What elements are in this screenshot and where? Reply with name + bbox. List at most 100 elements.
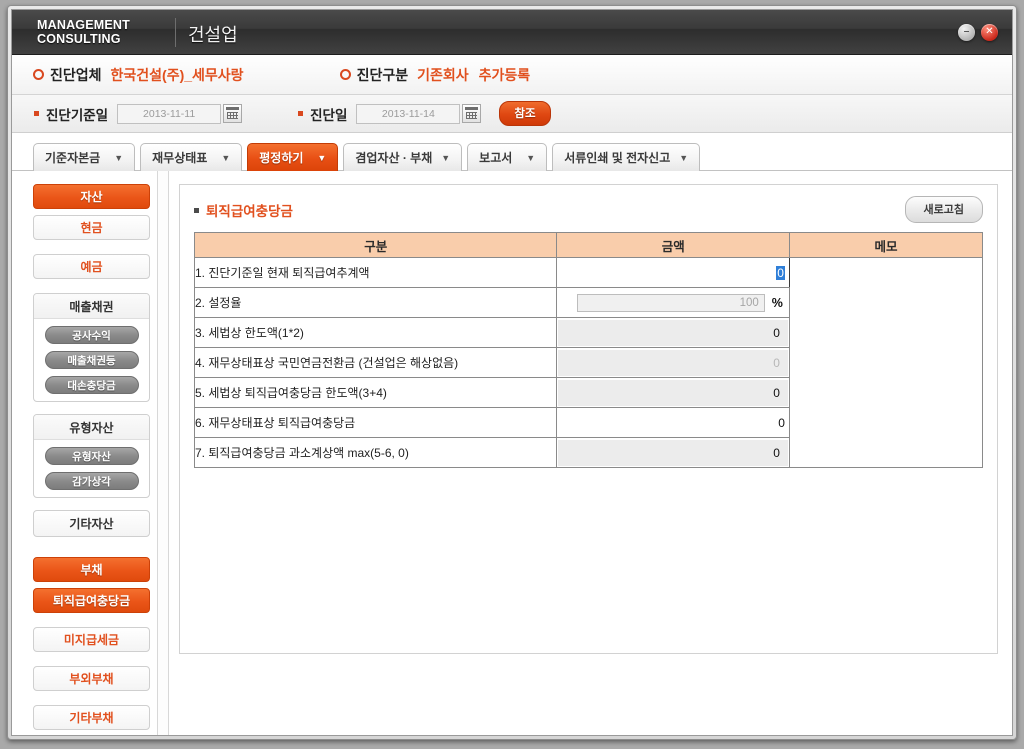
body-area: 자산 현금 예금 매출채권 공사수익 매출채권등 대손충당금 유형자산 유형자산… — [12, 171, 1012, 735]
sidebar-item-construction-revenue[interactable]: 공사수익 — [44, 326, 139, 344]
rate-input[interactable]: 100 — [576, 293, 765, 312]
amount-readonly: 0 — [558, 439, 788, 466]
chevron-down-icon: ▼ — [679, 152, 689, 163]
sidebar-main-divider — [157, 171, 169, 735]
severance-allowance-table: 구분 금액 메모 1. 진단기준일 현재 퇴직급여추계액 0 2. 설정율 10… — [193, 232, 984, 468]
chevron-down-icon: ▼ — [526, 152, 536, 163]
row-value-cell[interactable]: 0 — [556, 257, 790, 288]
chevron-down-icon: ▼ — [317, 152, 327, 163]
row-value-cell: 0 — [556, 347, 790, 378]
tab-label: 평정하기 — [259, 151, 304, 165]
row-label: 4. 재무상태표상 국민연금전환금 (건설업은 해상없음) — [193, 347, 558, 378]
tab-label: 겸업자산 · 부채 — [355, 151, 433, 165]
row-value-cell[interactable]: 0 — [556, 407, 790, 438]
company-info-group: 진단업체 한국건설(주)_세무사랑 — [33, 65, 244, 85]
sidebar-item-deposit[interactable]: 예금 — [33, 254, 150, 279]
base-date-group: 진단기준일 2013-11-11 — [34, 103, 243, 124]
row-label: 2. 설정율 — [193, 287, 558, 318]
sidebar-item-allowance-baddebt[interactable]: 대손충당금 — [44, 376, 139, 394]
row-value-cell: 0 — [556, 437, 790, 468]
close-icon: ✕ — [985, 26, 994, 37]
ring-bullet-icon — [33, 69, 44, 80]
sidebar-item-receivables[interactable]: 매출채권등 — [44, 351, 139, 369]
panel-box: 퇴직급여충당금 새로고침 구분 금액 메모 1. 진단기준일 현재 퇴직급여추계… — [179, 184, 998, 654]
sidebar-group-header: 유형자산 — [34, 415, 149, 440]
sidebar-group-header: 매출채권 — [34, 294, 149, 319]
close-button[interactable]: ✕ — [981, 24, 998, 41]
logo-line-2: CONSULTING — [37, 32, 121, 46]
application-window: MANAGEMENT CONSULTING 건설업 – ✕ 진단업체 한국건설(… — [7, 5, 1017, 740]
main-panel: 퇴직급여충당금 새로고침 구분 금액 메모 1. 진단기준일 현재 퇴직급여추계… — [169, 171, 1012, 735]
tab-base-capital[interactable]: 기준자본금 ▼ — [33, 143, 136, 171]
logo-line-1: MANAGEMENT — [37, 18, 130, 32]
diag-date-label: 진단일 — [310, 107, 348, 123]
info-bar: 진단업체 한국건설(주)_세무사랑 진단구분 기존회사 추가등록 — [12, 55, 1012, 95]
chevron-down-icon: ▼ — [114, 152, 124, 163]
reference-button[interactable]: 참조 — [499, 101, 551, 126]
sidebar-item-liabilities[interactable]: 부채 — [33, 557, 150, 582]
amount-input[interactable]: 0 — [557, 408, 789, 437]
sidebar-item-offbalance-liability[interactable]: 부외부채 — [33, 666, 150, 691]
percent-row: 100 % — [557, 288, 789, 317]
sidebar-item-other-assets[interactable]: 기타자산 — [33, 510, 150, 537]
amount-readonly: 0 — [558, 379, 788, 406]
amount-input[interactable]: 0 — [557, 258, 789, 287]
row-label: 7. 퇴직급여충당금 과소계상액 max(5-6, 0) — [193, 437, 558, 468]
app-logo: MANAGEMENT CONSULTING — [37, 18, 130, 46]
refresh-button[interactable]: 새로고침 — [904, 196, 983, 223]
sidebar: 자산 현금 예금 매출채권 공사수익 매출채권등 대손충당금 유형자산 유형자산… — [12, 171, 157, 735]
sidebar-item-assets[interactable]: 자산 — [33, 184, 150, 209]
table-header-row: 구분 금액 메모 — [193, 232, 984, 258]
minimize-button[interactable]: – — [958, 24, 975, 41]
chevron-down-icon: ▼ — [221, 152, 231, 163]
tab-label: 보고서 — [479, 151, 513, 165]
title-bar: MANAGEMENT CONSULTING 건설업 – ✕ — [12, 10, 1012, 55]
memo-cell[interactable] — [788, 257, 984, 468]
square-bullet-icon — [34, 111, 39, 116]
ring-bullet-icon — [339, 69, 351, 80]
company-value: 한국건설(주)_세무사랑 — [110, 66, 244, 83]
row-label: 3. 세법상 한도액(1*2) — [193, 317, 558, 348]
diag-date-group: 진단일 2013-11-14 참조 — [298, 101, 551, 126]
chevron-down-icon: ▼ — [441, 152, 451, 163]
tab-label: 재무상태표 — [152, 151, 208, 165]
diag-date-input[interactable]: 2013-11-14 — [356, 103, 461, 124]
tab-report[interactable]: 보고서 ▼ — [467, 143, 548, 171]
sidebar-item-other-liability[interactable]: 기타부채 — [33, 705, 150, 730]
column-header-memo: 메모 — [788, 232, 984, 258]
sidebar-item-tangible-assets[interactable]: 유형자산 — [44, 447, 139, 465]
category-info-group: 진단구분 기존회사 추가등록 — [339, 65, 530, 85]
minimize-icon: – — [963, 26, 970, 37]
row-value-cell: 0 — [556, 317, 790, 348]
row-value-cell[interactable]: 100 % — [556, 287, 790, 318]
base-date-label: 진단기준일 — [46, 107, 109, 123]
tab-document-print-efiling[interactable]: 서류인쇄 및 전자신고 ▼ — [552, 143, 701, 171]
row-value-cell: 0 — [556, 377, 790, 408]
row-label: 1. 진단기준일 현재 퇴직급여추계액 — [193, 257, 558, 288]
base-date-input[interactable]: 2013-11-11 — [117, 103, 222, 124]
category-value: 기존회사 — [417, 66, 469, 83]
sidebar-item-unpaid-tax[interactable]: 미지급세금 — [33, 627, 150, 652]
tab-balance-sheet[interactable]: 재무상태표 ▼ — [140, 143, 243, 171]
sidebar-item-severance-allowance[interactable]: 퇴직급여충당금 — [33, 588, 150, 613]
amount-readonly: 0 — [558, 319, 788, 346]
window-controls: – ✕ — [958, 24, 998, 41]
table-row: 1. 진단기준일 현재 퇴직급여추계액 0 — [193, 257, 984, 468]
row-label: 6. 재무상태표상 퇴직급여충당금 — [193, 407, 558, 438]
amount-value: 0 — [776, 265, 785, 280]
logo-divider — [175, 18, 176, 47]
calendar-icon[interactable] — [462, 104, 482, 123]
sidebar-item-cash[interactable]: 현금 — [33, 215, 150, 240]
calendar-icon[interactable] — [223, 104, 243, 123]
sidebar-item-depreciation[interactable]: 감가상각 — [44, 472, 139, 490]
square-bullet-icon — [194, 207, 199, 213]
tab-evaluation[interactable]: 평정하기 ▼ — [247, 143, 339, 171]
panel-header: 퇴직급여충당금 새로고침 — [194, 196, 983, 223]
tab-side-assets-liabilities[interactable]: 겸업자산 · 부채 ▼ — [343, 143, 463, 171]
